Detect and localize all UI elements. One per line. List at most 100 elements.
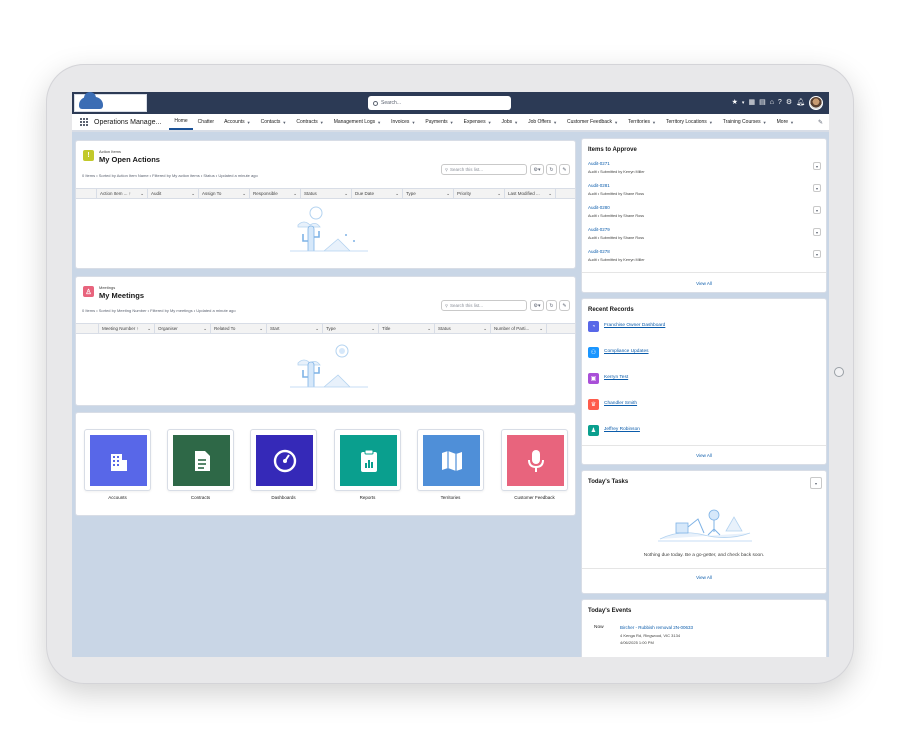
nav-item-jobs[interactable]: Jobs ▼	[497, 114, 524, 130]
chevron-down-icon[interactable]: ▼	[488, 120, 492, 125]
column-header[interactable]: Related To ⌄	[211, 324, 267, 333]
chevron-down-icon[interactable]: ⌄	[203, 326, 207, 332]
edit-nav-pencil-icon[interactable]: ✎	[818, 119, 823, 126]
column-header[interactable]: Due Date ⌄	[352, 189, 403, 198]
column-header[interactable]: Status ⌄	[435, 324, 491, 333]
card-title[interactable]: My Meetings	[99, 291, 144, 300]
inline-edit-button[interactable]: ✎	[559, 300, 570, 311]
nav-item-payments[interactable]: Payments ▼	[420, 114, 458, 130]
chevron-down-icon[interactable]: ⌄	[315, 326, 319, 332]
list-search-input[interactable]: ⚲ Search this list...	[441, 164, 527, 175]
refresh-button[interactable]: ↻	[546, 164, 557, 175]
chevron-down-icon[interactable]: ⌄	[344, 191, 348, 197]
global-actions-icon[interactable]: ▦	[748, 95, 755, 111]
nav-item-territories[interactable]: Territories ▼	[623, 114, 661, 130]
chevron-down-icon[interactable]: ▼	[377, 120, 381, 125]
approval-item-link[interactable]: Audit-0281	[588, 183, 610, 188]
column-header[interactable]: Audit ⌄	[148, 189, 199, 198]
chevron-down-icon[interactable]: ⌄	[427, 326, 431, 332]
chevron-down-icon[interactable]: ⌄	[497, 191, 501, 197]
column-header[interactable]: Organiser ⌄	[155, 324, 211, 333]
app-tile-reports[interactable]	[334, 429, 401, 491]
chevron-down-icon[interactable]: ▼	[450, 120, 454, 125]
calendar-icon[interactable]: ▤	[759, 95, 766, 111]
view-all-link[interactable]: View All	[582, 575, 826, 580]
list-search-input[interactable]: ⚲ Search this list...	[441, 300, 527, 311]
column-header[interactable]: Assign To ⌄	[199, 189, 250, 198]
list-settings-button[interactable]: ⚙▾	[530, 300, 544, 311]
recent-record-link[interactable]: Kerryn Test	[604, 375, 628, 380]
chevron-down-icon[interactable]: ▼	[553, 120, 557, 125]
favorites-icon[interactable]: ★	[732, 95, 738, 111]
chevron-down-icon[interactable]: ▼	[709, 120, 713, 125]
view-all-link[interactable]: View All	[582, 453, 826, 458]
nav-item-management-logs[interactable]: Management Logs ▼	[329, 114, 386, 130]
approval-item-link[interactable]: Audit-0280	[588, 205, 610, 210]
app-tile-territories[interactable]	[417, 429, 484, 491]
app-tile-contracts[interactable]	[167, 429, 234, 491]
refresh-button[interactable]: ↻	[546, 300, 557, 311]
chevron-down-icon[interactable]: ▾	[813, 228, 821, 236]
inline-edit-button[interactable]: ✎	[559, 164, 570, 175]
chevron-down-icon[interactable]: ▾	[813, 250, 821, 258]
nav-item-customer-feedback[interactable]: Customer Feedback ▼	[562, 114, 623, 130]
list-settings-button[interactable]: ⚙▾	[530, 164, 544, 175]
chevron-down-icon[interactable]: ⌄	[191, 191, 195, 197]
column-header[interactable]: Priority ⌄	[454, 189, 505, 198]
chevron-down-icon[interactable]: ▼	[652, 120, 656, 125]
chevron-down-icon[interactable]: ▼	[614, 120, 618, 125]
nav-item-chatter[interactable]: Chatter	[193, 114, 219, 130]
recent-record-link[interactable]: Chandler Smith	[604, 401, 637, 406]
chevron-down-icon[interactable]: ⌄	[140, 191, 144, 197]
nav-item-invoices[interactable]: Invoices ▼	[386, 114, 420, 130]
chevron-down-icon[interactable]: ⌄	[483, 326, 487, 332]
column-header[interactable]: Action Item ... ↑ ⌄	[97, 189, 148, 198]
column-header[interactable]: Responsible ⌄	[250, 189, 301, 198]
notifications-bell-icon[interactable]: 🔔︎	[796, 95, 805, 111]
chevron-down-icon[interactable]: ⌄	[147, 326, 151, 332]
nav-item-home[interactable]: Home	[169, 114, 193, 130]
favorites-dropdown-icon[interactable]: ▾	[742, 95, 745, 111]
chevron-down-icon[interactable]: ⌄	[539, 326, 543, 332]
column-header[interactable]: Type ⌄	[403, 189, 454, 198]
approval-item-link[interactable]: Audit-0271	[588, 161, 610, 166]
column-header[interactable]: Number of Parti... ⌄	[491, 324, 547, 333]
column-header[interactable]: Type ⌄	[323, 324, 379, 333]
approval-item-link[interactable]: Audit-0278	[588, 249, 610, 254]
app-tile-customer-feedback[interactable]	[501, 429, 568, 491]
chevron-down-icon[interactable]: ▼	[247, 120, 251, 125]
recent-record-link[interactable]: Jeffrey Robinson	[604, 427, 640, 432]
nav-item-expenses[interactable]: Expenses ▼	[459, 114, 497, 130]
nav-item-contacts[interactable]: Contacts ▼	[256, 114, 292, 130]
column-header[interactable]: Status ⌄	[301, 189, 352, 198]
approval-item-link[interactable]: Audit-0279	[588, 227, 610, 232]
chevron-down-icon[interactable]: ▾	[813, 184, 821, 192]
app-launcher-icon[interactable]	[80, 118, 88, 126]
nav-item-more[interactable]: More ▼	[772, 114, 799, 130]
card-title[interactable]: My Open Actions	[99, 155, 160, 164]
recent-record-link[interactable]: Franchise Owner Dashboard	[604, 323, 665, 328]
chevron-down-icon[interactable]: ⌄	[371, 326, 375, 332]
chevron-down-icon[interactable]: ⌄	[395, 191, 399, 197]
chevron-down-icon[interactable]: ▼	[411, 120, 415, 125]
trailhead-icon[interactable]: ⌂	[770, 95, 774, 111]
nav-item-training-courses[interactable]: Training Courses ▼	[718, 114, 772, 130]
user-avatar[interactable]	[809, 96, 823, 110]
app-tile-accounts[interactable]	[84, 429, 151, 491]
company-logo[interactable]	[74, 92, 147, 112]
column-header[interactable]: Start ⌄	[267, 324, 323, 333]
chevron-down-icon[interactable]: ▼	[514, 120, 518, 125]
app-tile-dashboards[interactable]	[250, 429, 317, 491]
chevron-down-icon[interactable]: ⌄	[259, 326, 263, 332]
chevron-down-icon[interactable]: ▾	[813, 162, 821, 170]
chevron-down-icon[interactable]: ▼	[790, 120, 794, 125]
event-name-link[interactable]: Bircher - Rubbish removal 2N-00633	[620, 625, 693, 630]
column-header[interactable]: Title ⌄	[379, 324, 435, 333]
view-all-link[interactable]: View All	[582, 281, 826, 286]
nav-item-job-offers[interactable]: Job Offers ▼	[523, 114, 562, 130]
chevron-down-icon[interactable]: ⌄	[293, 191, 297, 197]
recent-record-link[interactable]: Compliance Updates	[604, 349, 649, 354]
global-search[interactable]: Search...	[368, 96, 511, 110]
tasks-filter-dropdown[interactable]: ▾	[810, 477, 822, 489]
setup-gear-icon[interactable]: ⚙	[786, 95, 792, 111]
